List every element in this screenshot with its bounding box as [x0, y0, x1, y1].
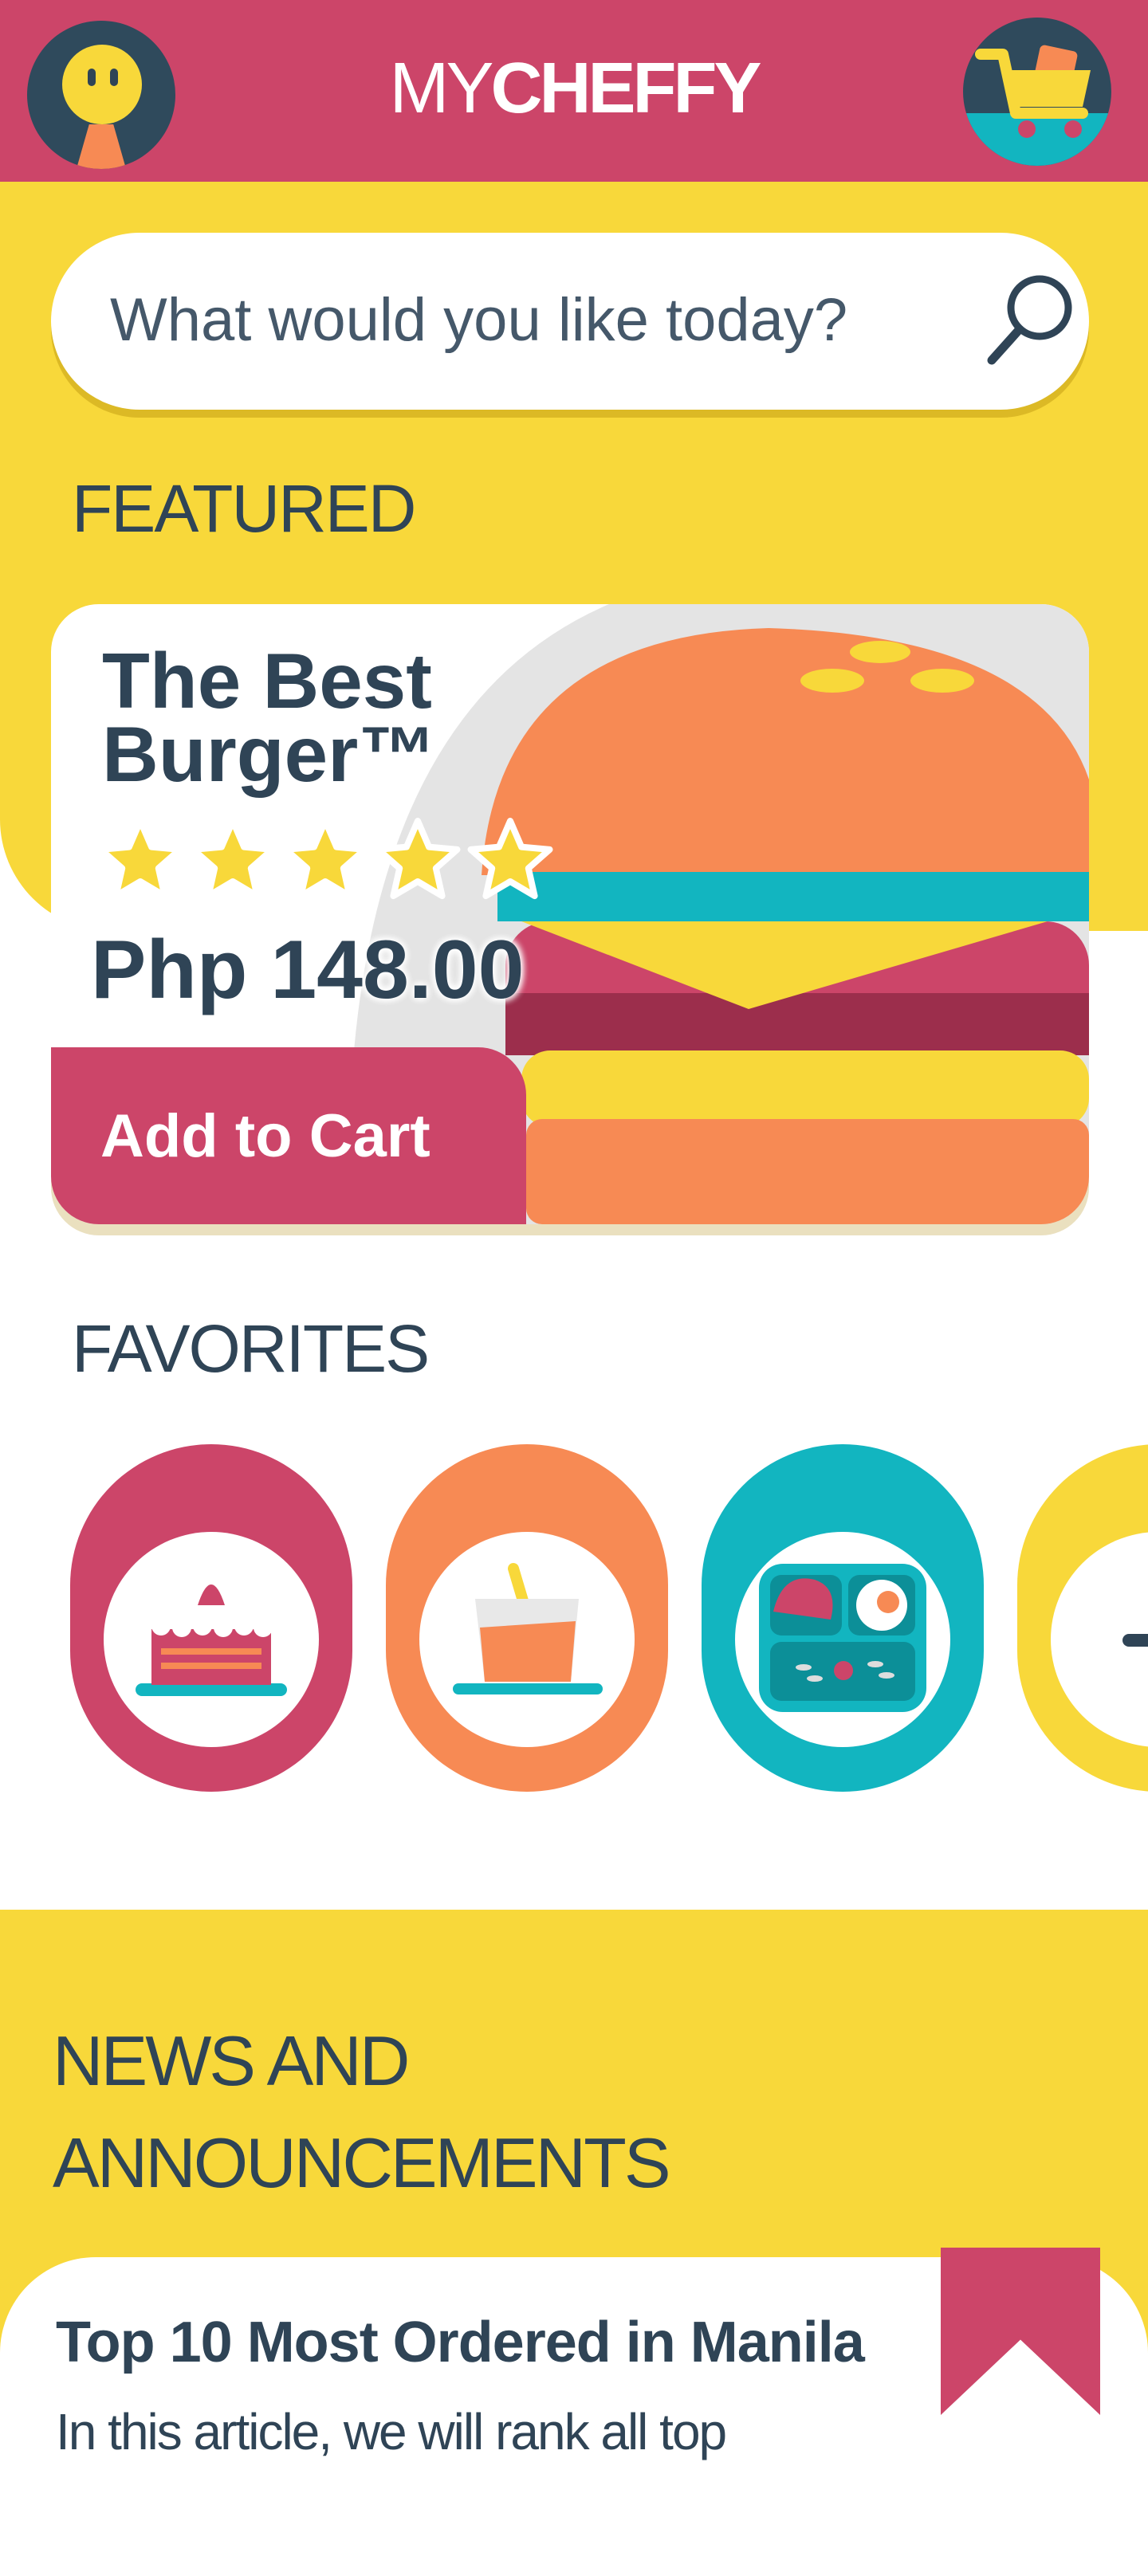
rating-star-icon [97, 818, 183, 900]
favorites-section-title: FAVORITES [72, 1311, 430, 1386]
featured-card[interactable]: The Best Burger™ Php 148.00 Add to Cart [51, 604, 1089, 1224]
news-title-line-2: ANNOUNCEMENTS [53, 2123, 671, 2202]
favorite-icon-circle [735, 1532, 950, 1747]
rating-star-icon [467, 818, 553, 900]
favorite-icon-circle [419, 1532, 635, 1747]
rating-star-icon [282, 818, 368, 900]
shopping-cart-icon [963, 45, 1111, 166]
avatar-body [71, 124, 132, 169]
bento-icon [759, 1564, 926, 1712]
rating-star-icon [190, 818, 276, 900]
favorite-item-drink[interactable] [386, 1444, 668, 1792]
article-title[interactable]: Top 10 Most Ordered in Manila [56, 2310, 865, 2375]
cart-button[interactable] [963, 18, 1111, 166]
cake-icon [136, 1572, 287, 1696]
logo-bold-text: CHEFFY [490, 49, 762, 128]
news-section-title: NEWS AND ANNOUNCEMENTS [53, 2010, 671, 2214]
featured-title-line-1: The Best [102, 637, 432, 724]
favorites-carousel[interactable] [0, 1444, 1148, 1811]
news-title-line-1: NEWS AND [53, 2021, 410, 2100]
featured-title-line-2: Burger™ [102, 710, 437, 798]
favorite-item-bento[interactable] [702, 1444, 984, 1792]
search-bar [51, 233, 1089, 410]
drink-icon [453, 1563, 603, 1694]
featured-section-title: FEATURED [72, 471, 416, 546]
featured-price: Php 148.00 [91, 924, 525, 1016]
article-excerpt: In this article, we will rank all top [56, 2403, 727, 2460]
menu-icon [1122, 1634, 1148, 1647]
rating-stars [97, 818, 553, 900]
search-icon[interactable] [982, 269, 1078, 373]
logo-light-text: MY [389, 49, 494, 128]
favorite-item-cake[interactable] [70, 1444, 352, 1792]
add-to-cart-button[interactable]: Add to Cart [51, 1047, 526, 1224]
favorite-item-more[interactable] [1017, 1444, 1148, 1792]
search-input[interactable] [108, 271, 949, 368]
favorite-icon-circle [104, 1532, 319, 1747]
favorite-icon-circle [1051, 1532, 1148, 1747]
featured-item-title: The Best Burger™ [102, 637, 612, 798]
rating-star-icon [375, 818, 461, 900]
